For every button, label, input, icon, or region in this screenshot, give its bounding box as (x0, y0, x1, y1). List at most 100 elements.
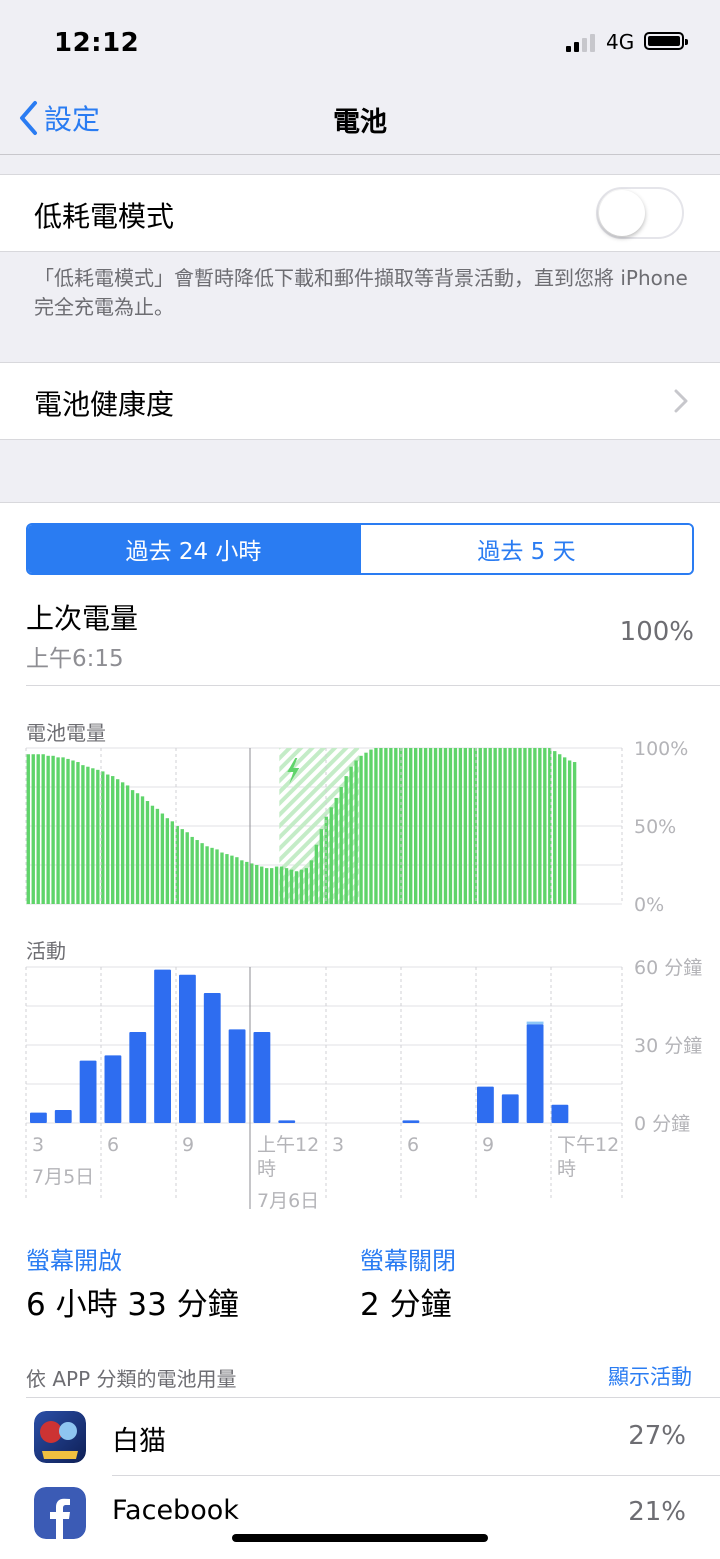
battery-level-bar (458, 748, 463, 904)
x-tick-label: 6 (107, 1134, 119, 1156)
battery-health-row[interactable]: 電池健康度 (0, 362, 720, 440)
battery-level-bar (165, 818, 170, 904)
battery-level-bar (200, 843, 204, 904)
activity-bar (253, 1032, 271, 1123)
battery-level-bar (309, 860, 314, 904)
facebook-icon (34, 1487, 86, 1539)
activity-bar-light (526, 1021, 544, 1025)
battery-level-bar (563, 757, 567, 904)
low-power-toggle[interactable] (596, 187, 684, 239)
app-row[interactable]: 白猫 27% (0, 1399, 720, 1475)
low-power-footnote: 「低耗電模式」會暫時降低下載和郵件擷取等背景活動，直到您將 iPhone 完全充… (34, 266, 688, 319)
battery-level-bar (245, 861, 249, 904)
battery-level-bar (170, 821, 174, 904)
x-tick-label: 時 (257, 1158, 276, 1180)
battery-level-bar (51, 755, 55, 904)
battery-level-bar (334, 797, 338, 904)
app-percent: 21% (628, 1497, 686, 1527)
battery-level-bar (116, 779, 120, 904)
battery-level-bar (111, 776, 115, 904)
network-type: 4G (606, 30, 635, 54)
battery-level-bar (289, 869, 294, 904)
activity-bar (402, 1120, 420, 1123)
battery-level-bar (538, 748, 542, 904)
battery-y-tick: 100% (634, 738, 688, 760)
navigation-bar: 電池 設定 (0, 88, 720, 155)
battery-level-bar (294, 871, 299, 904)
battery-level-bar (220, 852, 224, 904)
battery-level-bar (240, 860, 244, 904)
battery-level-bar (91, 768, 95, 904)
activity-bar (228, 1029, 246, 1123)
battery-level-bar (478, 748, 482, 904)
chevron-right-icon (674, 389, 688, 413)
activity-bar (79, 1060, 97, 1123)
usage-by-app-header: 依 APP 分類的電池用量 (26, 1367, 237, 1391)
x-tick-label: 6 (407, 1134, 419, 1156)
screen-off-label: 螢幕關閉 (360, 1247, 456, 1275)
app-name: 白猫 (112, 1426, 166, 1457)
battery-level-bar (448, 748, 453, 904)
battery-level-bar (265, 868, 269, 904)
activity-bar (551, 1104, 569, 1123)
home-indicator (232, 1534, 488, 1542)
battery-level-bar (493, 748, 497, 904)
battery-level-bar (215, 849, 219, 904)
activity-bar (54, 1110, 72, 1123)
battery-level-bar (463, 748, 468, 904)
toggle-knob (599, 190, 645, 236)
battery-level-bar (210, 847, 214, 904)
back-button[interactable]: 設定 (18, 96, 100, 140)
activity-bar (30, 1112, 47, 1123)
battery-level-bar (235, 857, 239, 904)
x-tick-label: 9 (182, 1134, 194, 1156)
battery-level-bar (230, 855, 234, 904)
battery-level-bar (125, 785, 130, 904)
battery-level-bar (389, 748, 393, 904)
battery-level-bar (543, 748, 547, 904)
battery-level-bar (468, 748, 472, 904)
battery-level-bar (414, 748, 418, 904)
battery-level-bar (81, 765, 85, 904)
battery-level-bar (269, 868, 274, 904)
battery-level-bar (314, 844, 319, 904)
battery-y-tick: 0% (634, 894, 664, 916)
battery-level-bar (354, 760, 358, 904)
battery-level-bar (498, 748, 502, 904)
battery-level-bar (250, 863, 254, 904)
battery-level-bar (279, 866, 284, 904)
activity-bar (501, 1094, 519, 1123)
battery-level-bar (140, 796, 145, 904)
battery-level-bar (225, 854, 229, 904)
battery-level-bar (339, 787, 343, 904)
battery-level-bar (523, 748, 527, 904)
battery-level-bar (379, 748, 383, 904)
page-title: 電池 (333, 107, 387, 138)
battery-level-bar (329, 807, 333, 904)
battery-level-bar (260, 866, 264, 904)
battery-level-bar (418, 748, 423, 904)
screen-off-value: 2 分鐘 (360, 1287, 452, 1323)
battery-level-bar (558, 754, 562, 904)
battery-level-bar (155, 808, 160, 904)
battery-level-bar (438, 748, 443, 904)
activity-bar (477, 1086, 494, 1123)
show-activity-button[interactable]: 顯示活動 (608, 1361, 692, 1391)
battery-level-bar (409, 748, 413, 904)
battery-level-bar (31, 754, 35, 904)
battery-level-bar (284, 868, 289, 904)
status-bar: 12:12 4G (0, 0, 720, 88)
battery-level-bar (503, 748, 507, 904)
x-tick-label: 9 (482, 1134, 494, 1156)
battery-level-bar (443, 748, 448, 904)
activity-bar (179, 974, 196, 1123)
screen-on-label: 螢幕開啟 (26, 1247, 122, 1275)
battery-level-bar (374, 748, 378, 904)
divider (26, 1397, 720, 1398)
battery-level-bar (130, 790, 135, 904)
activity-bar (129, 1032, 147, 1123)
battery-level-bar (567, 760, 572, 904)
activity-bar (154, 969, 171, 1123)
activity-bar (203, 993, 221, 1123)
battery-level-bar (304, 868, 309, 904)
